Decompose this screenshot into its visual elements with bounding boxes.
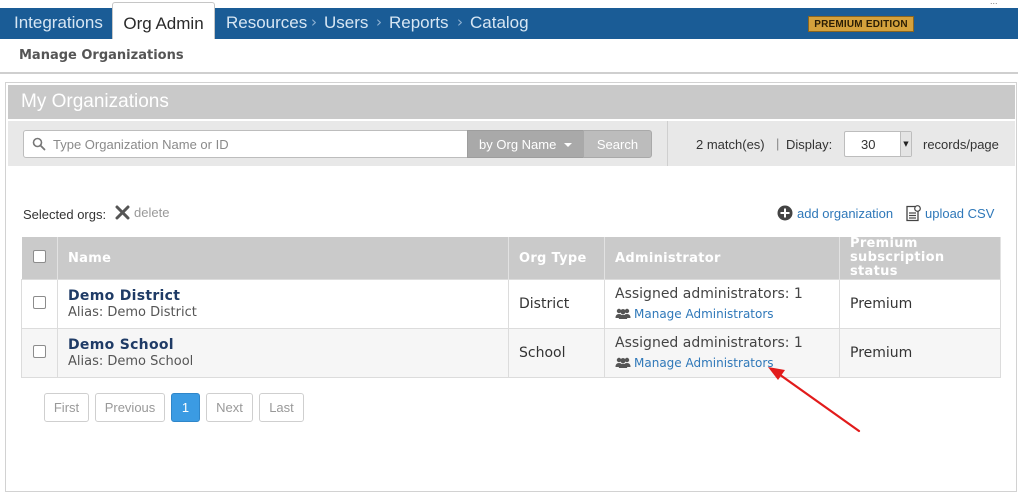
row-checkbox[interactable] [33,344,46,358]
table-row: Demo District Alias: Demo District Distr… [21,279,1001,329]
nav-separator-icon: › [457,13,463,31]
window-corner-text: ... [990,0,998,6]
nav-separator-icon: › [376,13,382,31]
manage-administrators-label: Manage Administrators [634,307,774,321]
add-organization-label: add organization [797,206,894,221]
document-upload-icon [906,205,921,222]
page-title[interactable]: Manage Organizations [19,48,184,63]
column-header-administrator[interactable]: Administrator [604,237,840,280]
tab-catalog[interactable]: Catalog [470,8,529,39]
sub-nav: Manage Organizations [0,39,1018,74]
select-all-cell [21,237,58,280]
manage-administrators-label: Manage Administrators [634,356,774,370]
close-icon [115,205,130,220]
premium-header-line1: Premium [850,236,918,251]
row-checkbox-cell [21,328,58,378]
upload-csv-label: upload CSV [925,206,995,221]
tab-users[interactable]: Users [324,8,368,39]
search-box[interactable] [23,130,468,158]
org-type-cell: School [508,328,605,378]
records-per-page-select[interactable]: 30 ▼ [844,131,912,157]
table-header-row: Name Org Type Administrator Premium subs… [21,236,1001,280]
page-last-button[interactable]: Last [259,393,304,422]
caret-down-icon [563,143,572,147]
administrator-cell: Assigned administrators: 1 Manage Admini… [604,328,840,378]
premium-status-cell: Premium [839,279,1001,329]
select-arrow-icon[interactable]: ▼ [900,132,911,156]
tab-reports[interactable]: Reports [389,8,449,39]
page-next-button[interactable]: Next [206,393,253,422]
row-checkbox[interactable] [33,295,46,309]
users-group-icon [615,357,631,368]
add-organization-button[interactable]: add organization [777,205,893,221]
filter-dropdown-button[interactable]: by Org Name [467,130,584,158]
column-header-org-type[interactable]: Org Type [508,237,605,280]
page-number-button[interactable]: 1 [171,393,200,422]
select-all-checkbox[interactable] [32,249,46,263]
panel-title: My Organizations [8,85,1015,119]
search-button[interactable]: Search [583,130,652,158]
premium-status-cell: Premium [839,328,1001,378]
nav-separator-icon: › [311,13,317,31]
org-name-link[interactable]: Demo School [68,337,498,354]
org-alias: Alias: Demo District [68,304,197,320]
org-alias: Alias: Demo School [68,353,194,369]
records-per-page-label: records/page [923,137,999,152]
org-name-cell: Demo District Alias: Demo District [57,279,509,329]
column-header-premium-status[interactable]: Premium subscription status [839,236,1001,280]
organizations-table: Name Org Type Administrator Premium subs… [21,237,1001,378]
toolbar-pipe: | [776,136,780,151]
tab-org-admin[interactable]: Org Admin [112,2,215,41]
premium-header-line2: subscription status [850,250,945,279]
upload-csv-button[interactable]: upload CSV [905,205,994,222]
org-type-cell: District [508,279,605,329]
match-count: 2 match(es) [696,137,765,152]
display-label: Display: [786,137,833,152]
row-checkbox-cell [21,279,58,329]
delete-button[interactable]: delete [115,205,169,223]
records-per-page-value: 30 [861,137,876,152]
filter-dropdown-label: by Org Name [479,137,557,152]
search-input[interactable] [53,135,458,154]
manage-administrators-link[interactable]: Manage Administrators [615,354,829,372]
tab-integrations[interactable]: Integrations [14,8,103,39]
org-name-cell: Demo School Alias: Demo School [57,328,509,378]
search-icon [32,137,46,151]
page-first-button[interactable]: First [44,393,89,422]
table-row: Demo School Alias: Demo School School As… [21,328,1001,378]
assigned-admins-count: Assigned administrators: 1 [615,286,803,302]
page-previous-button[interactable]: Previous [95,393,165,422]
delete-label: delete [134,205,170,220]
manage-administrators-link[interactable]: Manage Administrators [615,305,829,323]
add-circle-icon [777,205,793,221]
administrator-cell: Assigned administrators: 1 Manage Admini… [604,279,840,329]
users-group-icon [615,308,631,319]
toolbar-divider [667,121,668,166]
column-header-name[interactable]: Name [57,237,509,280]
premium-edition-badge: PREMIUM EDITION [808,16,914,32]
assigned-admins-count: Assigned administrators: 1 [615,335,803,351]
selected-orgs-label: Selected orgs: [23,207,107,222]
org-name-link[interactable]: Demo District [68,288,498,305]
tab-resources[interactable]: Resources [226,8,307,39]
